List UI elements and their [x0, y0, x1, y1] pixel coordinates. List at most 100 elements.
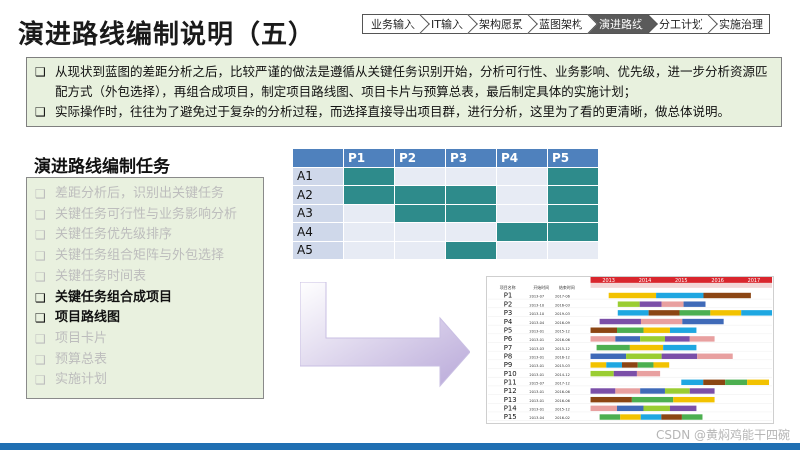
matrix-cell-empty [343, 240, 395, 260]
matrix-cell-filled [394, 203, 446, 223]
matrix-cell-filled [445, 185, 497, 205]
checkbox-icon: ❑ [35, 207, 46, 222]
timeline-end: 2016-06 [555, 338, 571, 342]
matrix-row: A2 [292, 185, 599, 205]
step-3[interactable]: 架构愿景 [468, 14, 538, 34]
task-label: 项目卡片 [55, 330, 108, 346]
matrix-row: A3 [292, 203, 599, 223]
timeline-bar [741, 310, 773, 316]
timeline-start: 2013-01 [529, 390, 544, 394]
matrix-col-header: P1 [343, 148, 395, 168]
task-item: ❑ 关键任务可行性与业务影响分析 [35, 205, 263, 226]
matrix-cell-empty [343, 222, 395, 242]
matrix-cell-empty [547, 240, 599, 260]
timeline-bar [639, 301, 662, 307]
timeline-col-header: 结束时间 [559, 285, 575, 290]
task-label: 实施计划 [55, 372, 108, 388]
timeline-bar [590, 388, 616, 394]
timeline-bar [679, 310, 711, 316]
tasks-title: 演进路线编制任务 [34, 157, 170, 177]
timeline-start: 2013-01 [529, 338, 544, 342]
step-4[interactable]: 蓝图架构 [528, 14, 598, 34]
timeline-end: 2015-12 [555, 329, 570, 333]
checkbox-icon: ❑ [35, 290, 46, 305]
step-1[interactable]: 业务输入 [362, 14, 430, 34]
timeline-bar [669, 327, 697, 333]
matrix-col-header: P4 [496, 148, 548, 168]
step-5[interactable]: 演进路线 [588, 14, 658, 34]
matrix-row-header: A3 [292, 203, 344, 223]
timeline-bar [669, 405, 697, 412]
task-item: ❑ 项目卡片 [35, 329, 263, 350]
step-7[interactable]: 实施治理 [708, 14, 770, 34]
checkbox-icon: ❑ [35, 228, 46, 243]
timeline-project-name: P15 [504, 413, 517, 421]
timeline-bar [590, 370, 614, 377]
task-item: ❑ 差距分析后，识别出关键任务 [35, 184, 263, 205]
timeline-end: 2016-09 [555, 321, 570, 325]
matrix-cell-empty [496, 166, 548, 186]
timeline-start: 2013-03 [529, 347, 544, 351]
task-item: ❑ 关键任务时间表 [35, 267, 263, 288]
bend-arrow-icon [300, 282, 470, 388]
project-task-matrix: P1 P2 P3 P4 P5 A1 A2 A3 A4 A5 [292, 148, 599, 260]
matrix-corner [292, 148, 344, 168]
task-item: ❑ 实施计划 [35, 370, 263, 391]
matrix-row-header: A5 [292, 240, 344, 260]
step-label: 实施治理 [718, 18, 763, 31]
timeline-bar [640, 388, 665, 394]
timeline-start: 2013-01 [529, 373, 544, 377]
timeline-bar [590, 336, 616, 342]
timeline-bar [617, 327, 644, 333]
timeline-bar [681, 414, 703, 420]
page-title: 演进路线编制说明（五） [18, 20, 316, 50]
intro-text: 从现状到蓝图的差距分析之后，比较严谨的做法是遵循从关键任务识别开始，分析可行性、… [55, 64, 768, 99]
timeline-project-name: P3 [504, 309, 513, 317]
checkbox-icon: ❑ [35, 249, 46, 264]
matrix-row-header: A4 [292, 222, 344, 242]
matrix-cell-filled [445, 240, 497, 260]
timeline-bar [629, 344, 664, 351]
timeline-bar [613, 370, 637, 377]
timeline-start: 2013-01 [529, 408, 544, 412]
matrix-row-header: A2 [292, 185, 344, 205]
task-label: 关键任务可行性与业务影响分析 [55, 206, 238, 222]
step-label: 蓝图架构 [538, 18, 583, 31]
timeline-end: 2017-06 [555, 295, 571, 299]
timeline-bar [710, 310, 742, 316]
timeline-end: 2016-12 [555, 355, 570, 359]
watermark: CSDN @黄焖鸡能干四碗 [655, 428, 790, 442]
timeline-col-header: 项目名称 [500, 285, 516, 290]
task-label: 项目路线图 [55, 310, 121, 326]
timeline-start: 2013-01 [529, 364, 544, 368]
matrix-cell-filled [394, 185, 446, 205]
step-6[interactable]: 分工计划 [648, 14, 718, 34]
timeline-start: 2013-04 [529, 416, 545, 420]
timeline-bar [590, 327, 618, 333]
step-label: 演进路线 [598, 18, 643, 31]
matrix-row: A4 [292, 222, 599, 242]
checkbox-icon: ❑ [35, 352, 46, 367]
matrix-cell-empty [394, 222, 446, 242]
timeline-bar [615, 336, 641, 342]
timeline-bar [617, 310, 649, 316]
timeline-project-name: P12 [504, 387, 517, 395]
timeline-bar [640, 318, 683, 325]
task-item: ❑ 关键任务组合矩阵与外包选择 [35, 246, 263, 267]
timeline-end: 2016-02 [555, 416, 570, 420]
month-band [590, 282, 773, 288]
timeline-project-name: P14 [504, 405, 517, 413]
timeline-start: 2013-01 [529, 355, 544, 359]
intro-text: 实际操作时，往往为了避免过于复杂的分析过程，而选择直接导出项目群，进行分析，这里… [55, 104, 731, 119]
matrix-row: A1 [292, 166, 599, 186]
checkbox-icon: ❑ [35, 65, 46, 79]
timeline-bar [596, 344, 630, 351]
timeline-bar [626, 353, 662, 359]
process-steps: 业务输入 IT输入 架构愿景 蓝图架构 演进路线 分工计划 实施治理 [362, 14, 770, 34]
checkbox-icon: ❑ [35, 331, 46, 346]
timeline-bar [606, 362, 623, 368]
timeline-bar [636, 370, 661, 377]
timeline-bar [683, 301, 706, 307]
matrix-cell-empty [445, 166, 497, 186]
timeline-bar [617, 405, 644, 412]
